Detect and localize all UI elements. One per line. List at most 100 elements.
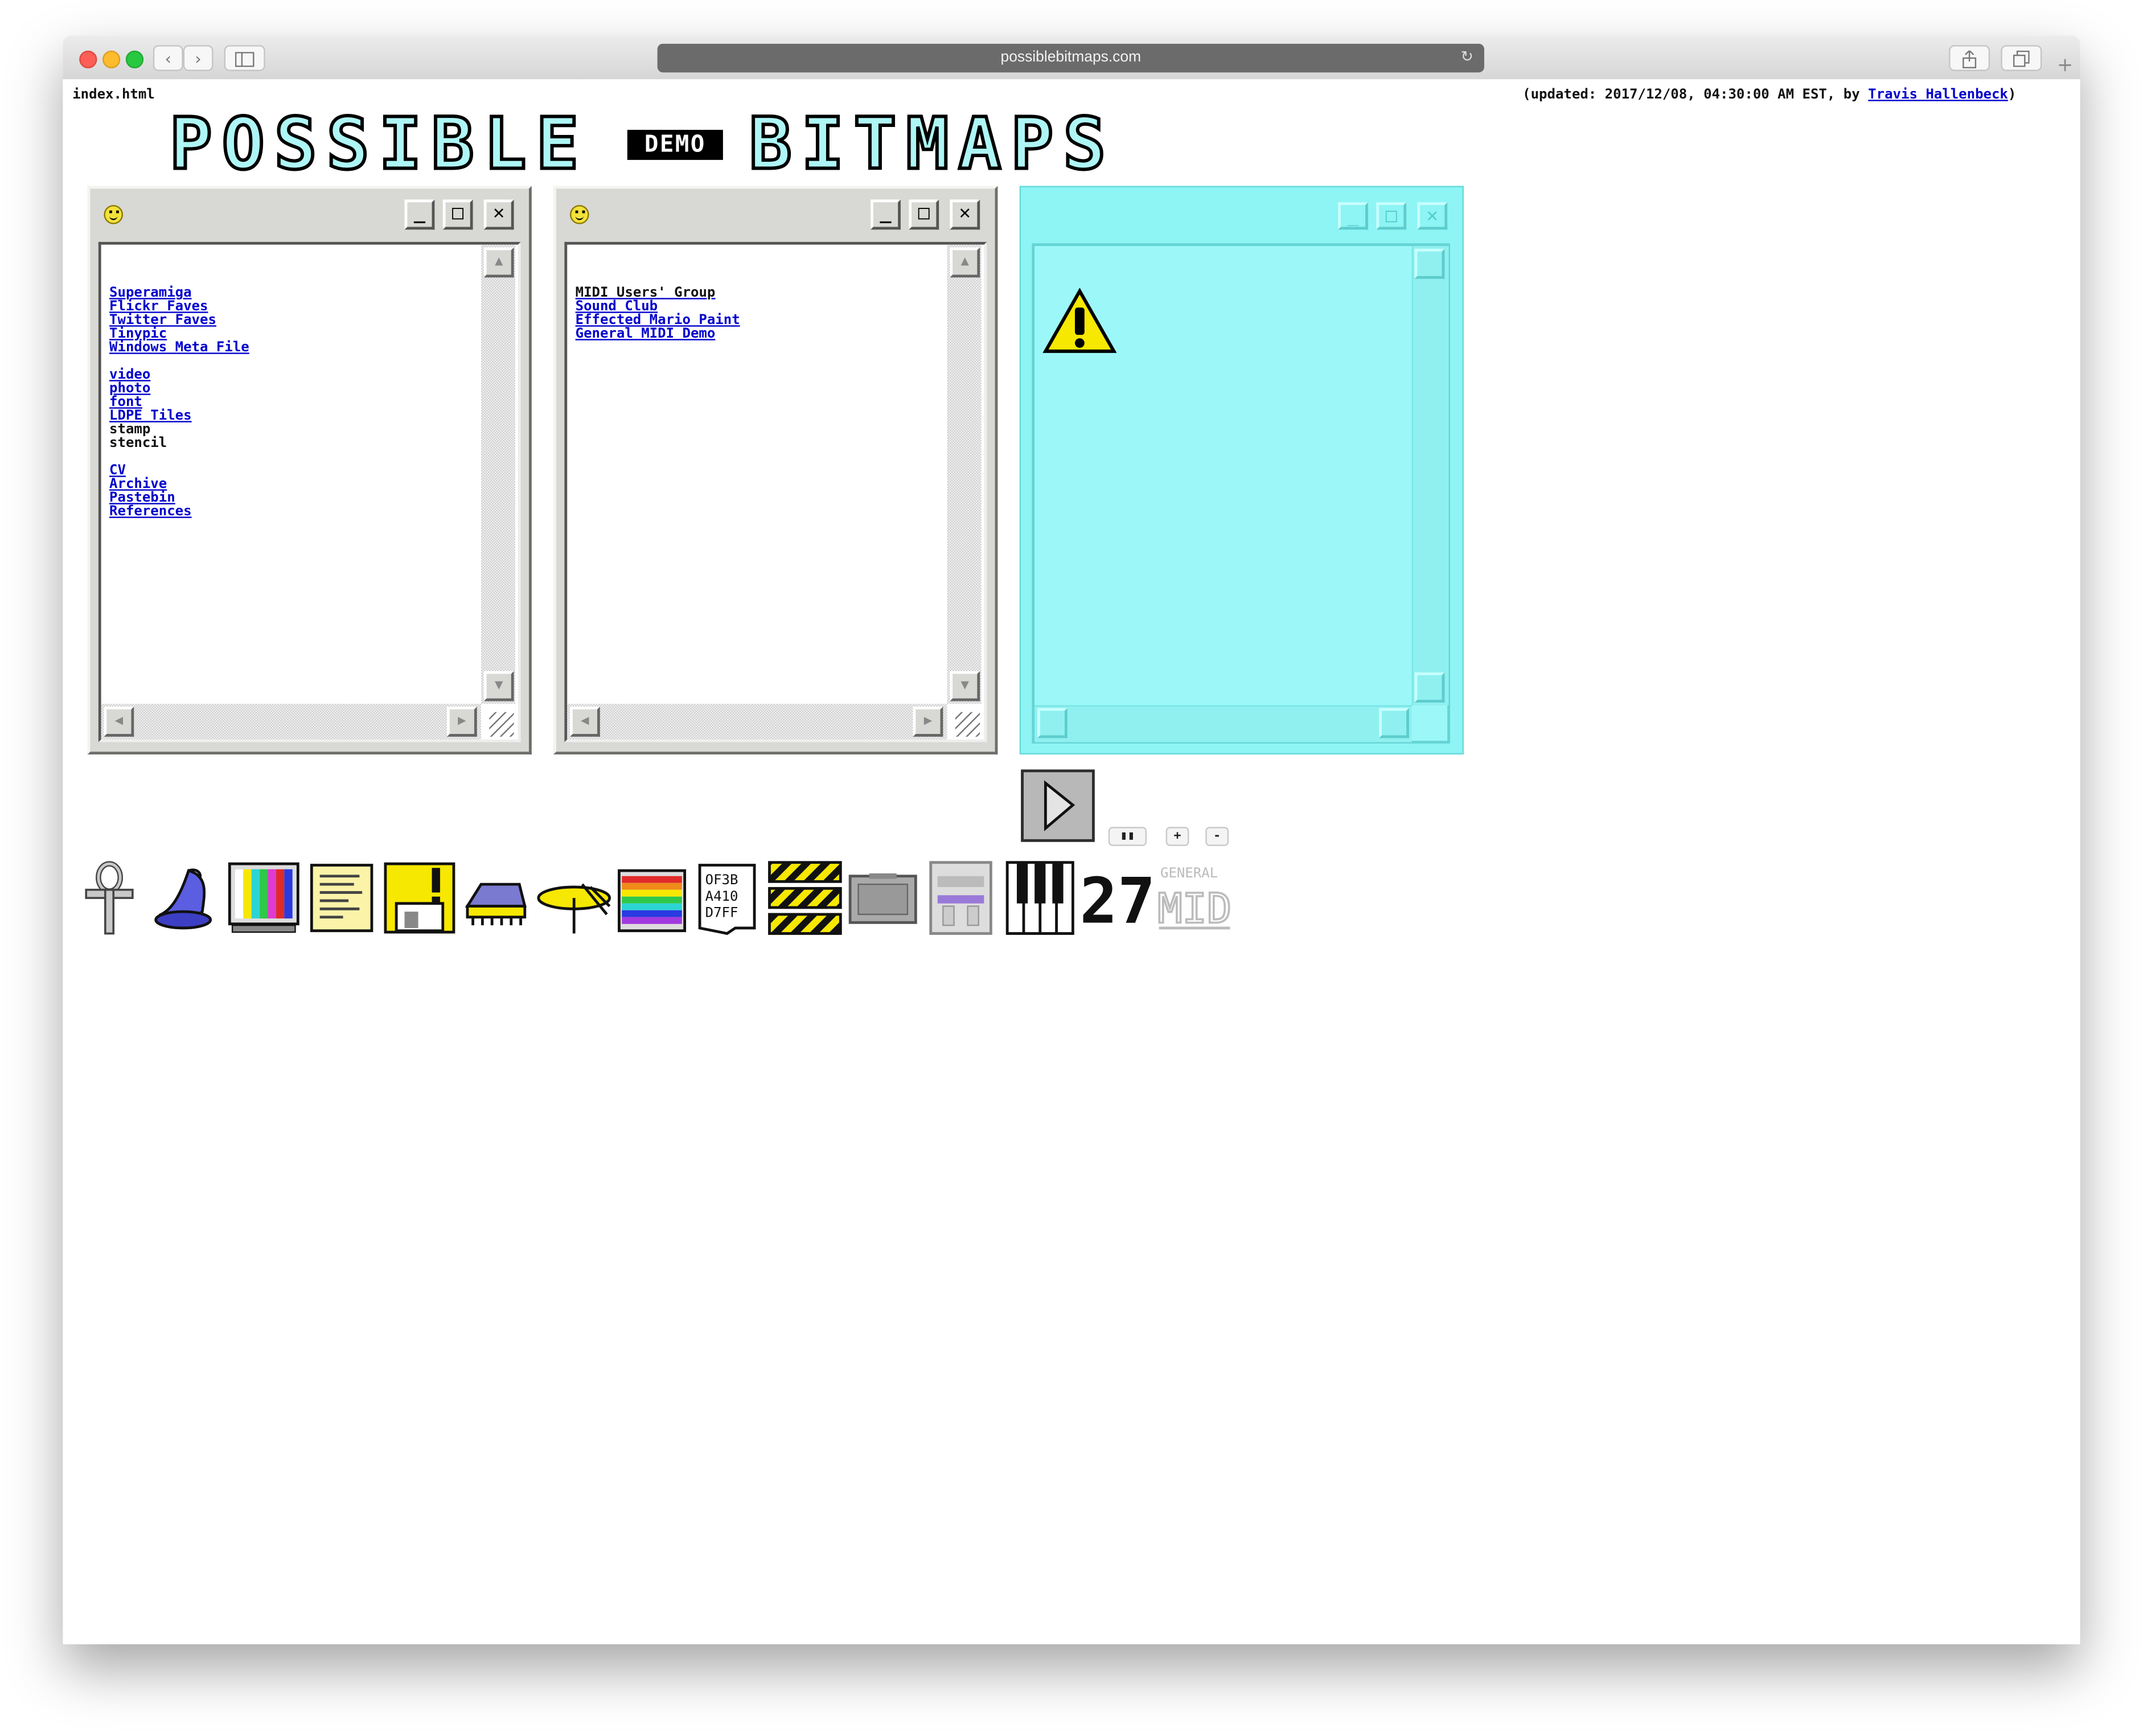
music-window: _ □ ✕ MIDI Users' Group Sound Club Effec…: [553, 186, 998, 755]
vertical-scrollbar[interactable]: [1411, 246, 1449, 705]
scroll-left-button[interactable]: [1037, 708, 1068, 738]
caution-stripes-icon[interactable]: [767, 860, 843, 936]
link-general-midi-demo[interactable]: General MIDI Demo: [576, 327, 740, 342]
horizontal-scrollbar[interactable]: [567, 704, 947, 740]
cartridge-icon[interactable]: [847, 860, 918, 936]
tabs-button[interactable]: [2001, 45, 2042, 71]
link-cv[interactable]: CV: [109, 464, 249, 478]
play-button[interactable]: [1021, 769, 1095, 842]
window-content: Superamiga Flickr Faves Twitter Faves Ti…: [98, 241, 521, 742]
link-photo[interactable]: photo: [109, 382, 249, 396]
scroll-left-button[interactable]: ◀: [104, 707, 134, 737]
text-stencil: stencil: [109, 436, 167, 452]
scroll-right-button[interactable]: ▶: [913, 707, 943, 737]
console-icon[interactable]: [927, 860, 995, 936]
share-button[interactable]: [1949, 45, 1990, 71]
close-window-button[interactable]: [79, 50, 97, 69]
plus-icon[interactable]: +: [2050, 55, 2080, 76]
link-font[interactable]: font: [109, 396, 249, 410]
horizontal-scrollbar[interactable]: [101, 704, 481, 740]
chevron-right-icon: ›: [195, 49, 202, 69]
cymbal-icon[interactable]: [536, 860, 612, 936]
alert-window: _ □ ✕: [1019, 186, 1464, 755]
wizard-hat-icon[interactable]: [153, 860, 219, 936]
scroll-up-button[interactable]: ▲: [483, 247, 514, 278]
close-button[interactable]: ✕: [483, 199, 514, 230]
hex-code-icon[interactable]: OF3B A410 D7FF: [694, 860, 760, 936]
text-stamp: stamp: [109, 422, 151, 438]
scroll-down-button[interactable]: ▼: [483, 671, 514, 701]
link-references[interactable]: References: [109, 505, 249, 519]
author-link[interactable]: Travis Hallenbeck: [1868, 88, 2008, 102]
reload-icon[interactable]: ↻: [1461, 44, 1473, 72]
piano-keys-icon[interactable]: [1004, 860, 1075, 936]
logo-word-bitmaps: BITMAPS: [747, 104, 1116, 186]
midi-logo-bottom: MIDI: [1157, 884, 1233, 932]
color-bars-tv-icon[interactable]: [227, 860, 301, 936]
filename-label: index.html: [72, 87, 155, 103]
rom-chip-icon[interactable]: [462, 860, 530, 936]
midi-word-2: Users': [616, 285, 666, 301]
link-ldpe-tiles[interactable]: LDPE Tiles: [109, 409, 249, 424]
pause-button[interactable]: ▮▮: [1108, 827, 1147, 846]
address-bar[interactable]: possiblebitmaps.com ↻: [657, 43, 1484, 73]
resize-grip[interactable]: [489, 712, 514, 737]
maximize-button[interactable]: □: [909, 199, 939, 230]
scroll-down-button[interactable]: [1414, 672, 1445, 703]
vertical-scrollbar[interactable]: [481, 244, 515, 704]
link-superamiga[interactable]: Superamiga: [109, 286, 249, 301]
link-sound-club[interactable]: Sound Club: [576, 300, 740, 314]
general-midi-logo[interactable]: GENERAL MIDI: [1156, 860, 1233, 936]
zoom-window-button[interactable]: [125, 50, 144, 69]
demo-badge: DEMO: [627, 130, 723, 160]
scroll-up-button[interactable]: ▲: [950, 247, 980, 278]
back-button[interactable]: ‹: [153, 45, 183, 71]
sidebar-button[interactable]: [224, 45, 265, 71]
minimize-window-button[interactable]: [102, 50, 121, 69]
volume-down-button[interactable]: -: [1205, 827, 1229, 846]
updated-suffix: ): [2007, 87, 2017, 103]
rainbow-stack-icon[interactable]: [615, 860, 689, 936]
scroll-right-button[interactable]: ▶: [446, 707, 477, 737]
link-archive[interactable]: Archive: [109, 478, 249, 492]
midi-word-3: Group: [674, 285, 716, 301]
play-icon: [1044, 780, 1075, 831]
maximize-button[interactable]: □: [442, 199, 473, 230]
hex-line-1: OF3B: [705, 872, 738, 888]
vertical-scrollbar[interactable]: [947, 244, 982, 704]
link-tinypic[interactable]: Tinypic: [109, 327, 249, 342]
link-effected-mario-paint[interactable]: Effected Mario Paint: [576, 314, 740, 328]
close-button[interactable]: ✕: [950, 199, 980, 230]
scroll-up-button[interactable]: [1414, 248, 1445, 279]
maximize-button[interactable]: □: [1376, 202, 1407, 230]
scroll-right-button[interactable]: [1379, 708, 1409, 738]
link-windows-meta-file[interactable]: Windows Meta File: [109, 341, 249, 355]
digit-readout: 27: [1079, 865, 1153, 936]
ankh-icon[interactable]: [82, 860, 137, 936]
minimize-button[interactable]: _: [871, 199, 901, 230]
link-flickr-faves[interactable]: Flickr Faves: [109, 300, 249, 314]
link-twitter-faves[interactable]: Twitter Faves: [109, 314, 249, 328]
updated-text: (updated: 2017/12/08, 04:30:00 AM EST, b…: [1522, 87, 1869, 103]
resize-grip[interactable]: [955, 712, 980, 737]
hex-line-3: D7FF: [705, 905, 738, 921]
close-button[interactable]: ✕: [1417, 202, 1448, 230]
floppy-disk-icon[interactable]: [383, 860, 457, 936]
minimize-button[interactable]: _: [404, 199, 435, 230]
forward-button[interactable]: ›: [183, 45, 214, 71]
scroll-down-button[interactable]: ▼: [950, 671, 980, 701]
horizontal-scrollbar[interactable]: [1034, 705, 1412, 742]
link-midi-users-group[interactable]: MIDI Users' Group: [576, 285, 740, 301]
link-video[interactable]: video: [109, 368, 249, 383]
scroll-left-button[interactable]: ◀: [570, 707, 600, 737]
notepad-icon[interactable]: [307, 860, 376, 936]
digital-number-icon[interactable]: 27: [1079, 860, 1153, 936]
hex-line-2: A410: [705, 888, 738, 904]
alert-content: [1032, 243, 1450, 744]
minimize-button[interactable]: _: [1338, 202, 1368, 230]
link-pastebin[interactable]: Pastebin: [109, 491, 249, 506]
chevron-left-icon: ‹: [165, 49, 172, 69]
logo-word-possible: POSSIBLE: [168, 104, 589, 186]
updated-line: (updated: 2017/12/08, 04:30:00 AM EST, b…: [1522, 88, 2069, 102]
volume-up-button[interactable]: +: [1165, 827, 1189, 846]
